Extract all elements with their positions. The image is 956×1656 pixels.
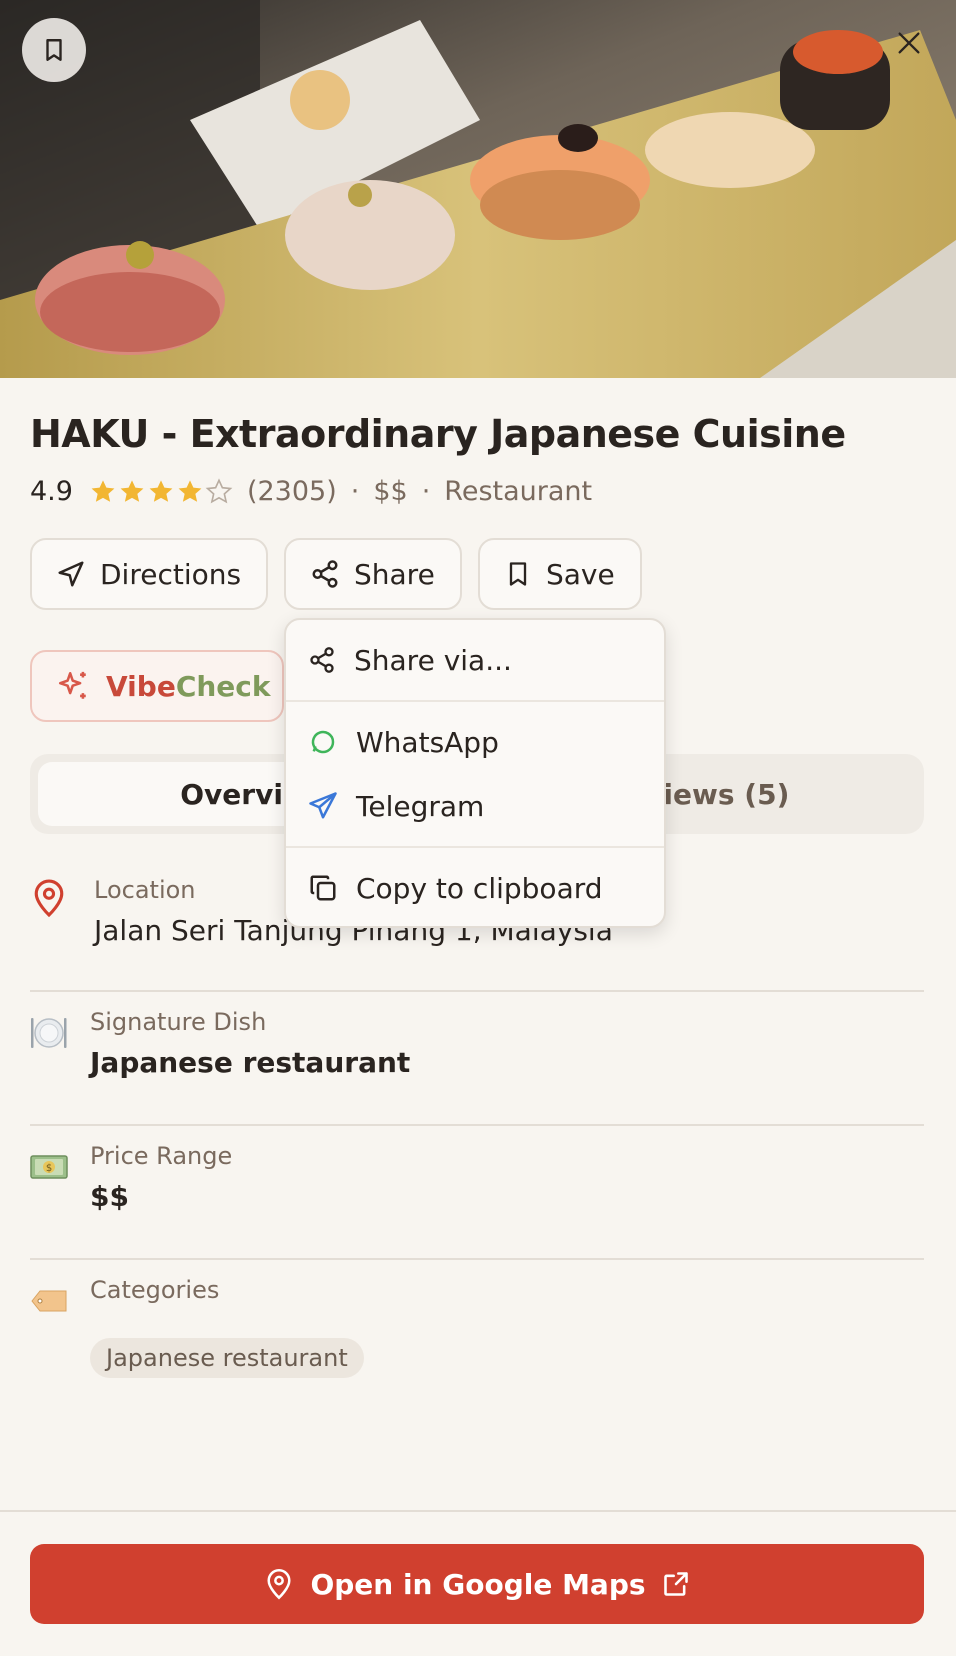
review-count[interactable]: (2305) [247,476,337,507]
separator: · [350,476,360,507]
footer-bar: Open in Google Maps [0,1510,956,1656]
signature-dish-value: Japanese restaurant [90,1046,411,1079]
separator: · [421,476,431,507]
share-icon [312,560,338,588]
location-label: Location [94,876,196,904]
divider [30,990,924,992]
star-icon [149,479,173,502]
share-label: Share [354,557,435,591]
whatsapp-icon [311,730,335,754]
divider [30,1258,924,1260]
star-icon [120,479,144,502]
bookmark-icon [46,39,62,61]
price-range-label: Price Range [90,1142,233,1170]
categories-row: Categories Japanese restaurant [30,1276,924,1386]
bookmark-icon [509,562,527,586]
external-link-icon [663,1572,688,1596]
open-google-maps-button[interactable]: Open in Google Maps [30,1544,924,1624]
share-icon [310,647,334,673]
tag-icon [31,1290,67,1312]
star-icon [91,479,115,502]
signature-dish-label: Signature Dish [90,1008,267,1036]
menu-item-telegram[interactable]: Telegram [286,776,664,836]
menu-item-whatsapp[interactable]: WhatsApp [286,712,664,772]
directions-label: Directions [100,557,242,591]
action-buttons: Directions Share Save [30,538,642,610]
menu-divider [286,700,664,702]
price-range-value: $$ [90,1180,129,1213]
menu-item-label: Share via... [354,643,512,677]
category-chip[interactable]: Japanese restaurant [90,1338,364,1378]
price-level: $$ [373,476,408,507]
plate-icon [31,1018,67,1048]
menu-item-share-via[interactable]: Share via... [286,630,664,690]
vibecheck-button[interactable]: VibeCheck [30,650,284,722]
close-icon [898,32,920,54]
share-button[interactable]: Share [284,538,462,610]
telegram-icon [309,792,337,819]
place-type: Restaurant [444,476,593,507]
place-title: HAKU - Extraordinary Japanese Cuisine [30,412,846,456]
divider [30,1124,924,1126]
star-icon [205,477,233,503]
copy-icon [310,875,336,901]
map-pin-icon [267,1569,291,1600]
save-button[interactable]: Save [478,538,642,610]
bookmark-button[interactable] [22,18,86,82]
star-rating [89,477,233,506]
signature-dish-row: Signature Dish Japanese restaurant [30,1008,924,1088]
categories-label: Categories [90,1276,220,1304]
menu-item-label: Copy to clipboard [356,871,603,905]
vibecheck-label: VibeCheck [106,669,271,703]
menu-divider [286,846,664,848]
price-range-row: $ Price Range $$ [30,1142,924,1222]
sparkles-icon [58,671,86,699]
menu-item-copy[interactable]: Copy to clipboard [286,858,664,918]
directions-button[interactable]: Directions [30,538,268,610]
sushi-photo [0,0,956,378]
rating-value: 4.9 [30,476,73,507]
save-label: Save [546,557,615,591]
open-google-maps-label: Open in Google Maps [310,1567,646,1601]
menu-item-label: WhatsApp [356,725,499,759]
close-button[interactable] [892,26,926,60]
svg-text:$: $ [46,1163,52,1174]
menu-item-label: Telegram [356,789,485,823]
rating-row: 4.9 (2305) · $$ · Restaurant [30,476,592,507]
money-icon: $ [30,1155,68,1179]
star-icon [178,479,202,502]
map-pin-icon [34,879,64,918]
hero-image [0,0,956,378]
share-menu: Share via... WhatsApp Telegram Copy to c… [284,618,666,928]
navigation-icon [58,561,84,587]
